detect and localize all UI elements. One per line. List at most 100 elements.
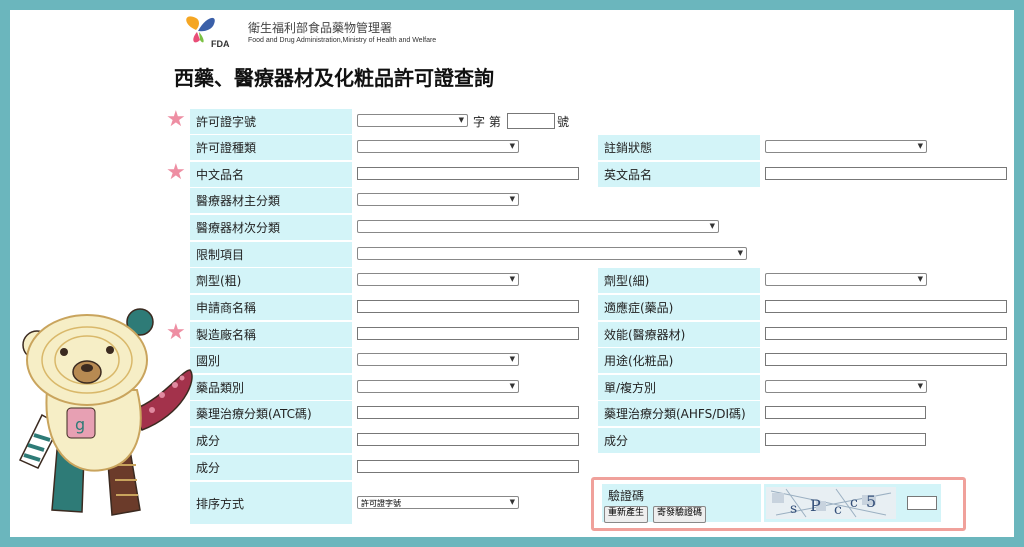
- atc-class-cell: [355, 401, 587, 426]
- bear-mascot-illustration: g: [18, 308, 193, 516]
- chinese-name-input[interactable]: [357, 167, 579, 180]
- sort-order-select[interactable]: 許可證字號 ▼: [357, 496, 519, 509]
- cancel-status-select[interactable]: ▼: [765, 140, 927, 153]
- english-name-input[interactable]: [765, 167, 1007, 180]
- form-row: 國別 ▼ 用途(化粧品): [180, 348, 1007, 373]
- dropdown-caret-icon: ▼: [509, 382, 515, 390]
- dropdown-caret-icon: ▼: [509, 195, 515, 203]
- dropdown-caret-icon: ▼: [509, 355, 515, 363]
- license-type-label: 許可證種類: [190, 135, 352, 160]
- indication-input[interactable]: [765, 300, 1007, 313]
- ingredient-cell: [355, 428, 587, 453]
- agency-name-chinese: 衛生福利部食品藥物管理署: [248, 21, 393, 35]
- device-sub-category-select[interactable]: ▼: [357, 220, 719, 233]
- ahfs-class-label: 藥理治療分類(AHFS/DI碼): [598, 401, 760, 426]
- indication-label: 適應症(藥品): [598, 295, 760, 320]
- restriction-label: 限制項目: [190, 242, 352, 267]
- license-hao-text: 號: [557, 115, 570, 129]
- dropdown-caret-icon: ▼: [917, 142, 923, 150]
- dosage-form-fine-select[interactable]: ▼: [765, 273, 927, 286]
- device-efficacy-input[interactable]: [765, 327, 1007, 340]
- cosmetic-use-label: 用途(化粧品): [598, 348, 760, 373]
- license-number-value: ▼ 字 第 號: [355, 109, 1004, 134]
- atc-class-input[interactable]: [357, 406, 579, 419]
- ingredient-input[interactable]: [765, 433, 926, 446]
- applicant-name-label: 申請商名稱: [190, 295, 352, 320]
- agency-name-english: Food and Drug Administration,Ministry of…: [248, 37, 437, 44]
- device-efficacy-label: 效能(醫療器材): [598, 322, 760, 347]
- drug-category-cell: ▼: [355, 375, 587, 400]
- svg-text:g: g: [75, 415, 85, 434]
- form-row-license-number: 許可證字號 ▼ 字 第 號: [180, 109, 1004, 134]
- svg-text:s: s: [790, 501, 797, 517]
- manufacturer-name-input[interactable]: [357, 327, 579, 340]
- form-row: 藥品類別 ▼ 單/複方別 ▼: [180, 375, 1004, 400]
- country-cell: ▼: [355, 348, 587, 373]
- manufacturer-name-cell: [355, 322, 587, 347]
- device-main-category-select[interactable]: ▼: [357, 193, 519, 206]
- country-label: 國別: [190, 348, 352, 373]
- page-title: 西藥、醫療器材及化粧品許可證查詢: [174, 66, 494, 90]
- single-compound-label: 單/複方別: [598, 375, 760, 400]
- english-name-label: 英文品名: [598, 162, 760, 187]
- dosage-form-coarse-select[interactable]: ▼: [357, 273, 519, 286]
- dropdown-caret-icon: ▼: [917, 275, 923, 283]
- svg-text:c: c: [850, 495, 858, 511]
- ingredient-label: 成分: [190, 455, 352, 480]
- form-row: 醫療器材次分類 ▼: [180, 215, 1004, 240]
- form-row: 醫療器材主分類 ▼: [180, 188, 1004, 213]
- sort-order-selected: 許可證字號: [361, 499, 401, 508]
- dropdown-caret-icon: ▼: [509, 275, 515, 283]
- form-row: 製造廠名稱 效能(醫療器材): [180, 322, 1007, 347]
- single-compound-select[interactable]: ▼: [765, 380, 927, 393]
- dropdown-caret-icon: ▼: [509, 498, 515, 506]
- ingredient-cell: [764, 428, 1004, 453]
- form-row: 限制項目 ▼: [180, 242, 1004, 267]
- country-select[interactable]: ▼: [357, 353, 519, 366]
- device-sub-category-cell: ▼: [355, 215, 1004, 240]
- manufacturer-name-label: 製造廠名稱: [190, 322, 352, 347]
- chinese-name-label: 中文品名: [190, 162, 352, 187]
- drug-category-select[interactable]: ▼: [357, 380, 519, 393]
- device-main-category-cell: ▼: [355, 188, 587, 213]
- dropdown-caret-icon: ▼: [737, 249, 743, 257]
- dropdown-caret-icon: ▼: [458, 116, 464, 124]
- dosage-form-fine-cell: ▼: [764, 268, 1004, 293]
- svg-text:c: c: [834, 502, 842, 518]
- license-type-cell: ▼: [355, 135, 587, 160]
- license-type-select[interactable]: ▼: [357, 140, 519, 153]
- applicant-name-input[interactable]: [357, 300, 579, 313]
- ingredient-input[interactable]: [357, 433, 579, 446]
- device-main-category-label: 醫療器材主分類: [190, 188, 352, 213]
- form-row: 劑型(粗) ▼ 劑型(細) ▼: [180, 268, 1004, 293]
- form-row: 許可證種類 ▼ 註銷狀態 ▼: [180, 135, 1004, 160]
- indication-cell: [764, 295, 1007, 320]
- restriction-select[interactable]: ▼: [357, 247, 747, 260]
- license-prefix-select[interactable]: ▼: [357, 114, 468, 127]
- applicant-name-cell: [355, 295, 587, 320]
- captcha-input[interactable]: [907, 496, 937, 510]
- svg-text:5: 5: [866, 492, 876, 511]
- fda-logo-text: FDA: [211, 39, 230, 49]
- form-row: 申請商名稱 適應症(藥品): [180, 295, 1007, 320]
- ahfs-class-input[interactable]: [765, 406, 926, 419]
- ingredient-input[interactable]: [357, 460, 579, 473]
- cosmetic-use-input[interactable]: [765, 353, 1007, 366]
- cosmetic-use-cell: [764, 348, 1007, 373]
- form-row: 中文品名 英文品名: [180, 162, 1007, 187]
- regenerate-captcha-button[interactable]: 重新產生: [604, 506, 649, 523]
- english-name-cell: [764, 162, 1007, 187]
- form-row: 成分 成分: [180, 428, 1004, 453]
- ingredient-cell: [355, 455, 587, 480]
- form-row: 藥理治療分類(ATC碼) 藥理治療分類(AHFS/DI碼): [180, 401, 1004, 426]
- license-zi-text: 字 第: [473, 115, 501, 129]
- dosage-form-fine-label: 劑型(細): [598, 268, 760, 293]
- send-captcha-button[interactable]: 寄發驗證碼: [653, 506, 707, 523]
- dropdown-caret-icon: ▼: [709, 222, 715, 230]
- sort-order-label: 排序方式: [190, 482, 352, 524]
- ingredient-label: 成分: [190, 428, 352, 453]
- license-number-input[interactable]: [507, 113, 555, 129]
- chinese-name-cell: [355, 162, 587, 187]
- single-compound-cell: ▼: [764, 375, 1004, 400]
- drug-category-label: 藥品類別: [190, 375, 352, 400]
